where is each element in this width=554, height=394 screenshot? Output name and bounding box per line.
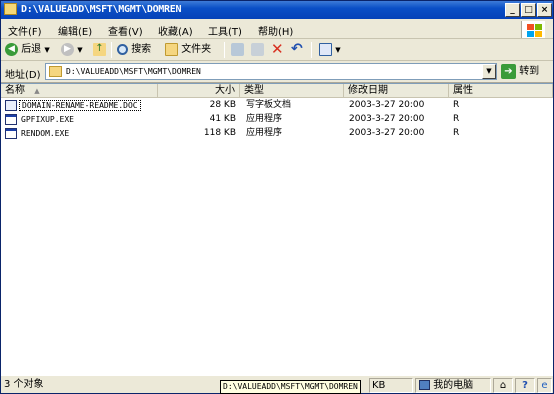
help-icon[interactable]: ? <box>515 378 535 393</box>
undo-icon: ↶ <box>291 41 303 57</box>
delete-button[interactable]: ✕ <box>271 42 284 58</box>
menu-edit[interactable]: 编辑(E) <box>58 23 92 38</box>
folders-icon <box>165 42 178 56</box>
status-location: 我的电脑 <box>415 378 491 393</box>
path-tooltip: D:\VALUEADD\MSFT\MGMT\DOMREN <box>220 380 361 394</box>
up-folder-button[interactable]: ↑ <box>93 42 106 58</box>
menu-favorites[interactable]: 收藏(A) <box>158 23 193 38</box>
toolbar-separator <box>224 42 225 58</box>
file-row[interactable]: DOMAIN-RENAME-README.DOC 28 KB 写字板文档 200… <box>1 99 553 112</box>
menu-file[interactable]: 文件(F) <box>8 23 42 38</box>
move-to-icon <box>231 42 244 56</box>
file-type: 写字板文档 <box>246 100 292 110</box>
back-button[interactable]: ◀ 后退 ▼ <box>5 42 50 58</box>
file-size: 118 KB <box>203 128 236 138</box>
file-size: 28 KB <box>209 100 236 110</box>
network-icon[interactable]: ⌂ <box>493 378 513 393</box>
file-type: 应用程序 <box>246 128 283 138</box>
back-dropdown-icon[interactable]: ▼ <box>44 46 49 54</box>
close-button[interactable]: × <box>537 3 552 17</box>
copy-to-button[interactable] <box>251 42 264 58</box>
column-header-name[interactable]: 名称 ▲ <box>1 84 158 98</box>
toolbar-separator <box>311 42 312 58</box>
doc-icon <box>5 100 17 111</box>
views-button[interactable]: ▼ <box>319 42 341 58</box>
minimize-button[interactable]: _ <box>505 3 520 17</box>
file-name: RENDOM.EXE <box>21 129 70 138</box>
file-size: 41 KB <box>209 114 236 124</box>
menu-bar: 文件(F) 编辑(E) 查看(V) 收藏(A) 工具(T) 帮助(H) <box>1 19 553 39</box>
address-input[interactable]: D:\VALUEADD\MSFT\MGMT\DOMREN ▼ <box>45 63 497 80</box>
address-dropdown-icon[interactable]: ▼ <box>482 64 496 79</box>
status-object-count: 3 个对象 <box>4 379 44 390</box>
forward-dropdown-icon[interactable]: ▼ <box>77 46 82 54</box>
copy-to-icon <box>251 42 264 56</box>
file-attributes: R <box>453 100 460 110</box>
back-arrow-icon: ◀ <box>5 42 18 56</box>
folder-icon <box>4 3 17 15</box>
go-button[interactable]: ➔ 转到 <box>501 63 539 80</box>
file-list[interactable]: 名称 ▲ 大小 类型 修改日期 属性 DOMAIN-RENAME-README.… <box>1 83 553 375</box>
toolbar-separator <box>111 42 112 58</box>
status-location-label: 我的电脑 <box>433 380 474 391</box>
title-bar[interactable]: D:\VALUEADD\MSFT\MGMT\DOMREN _ □ × <box>1 1 553 19</box>
my-computer-icon <box>419 380 430 390</box>
ie-icon[interactable]: e <box>537 378 552 393</box>
menu-view[interactable]: 查看(V) <box>108 23 143 38</box>
search-icon <box>117 43 128 55</box>
file-attributes: R <box>453 128 460 138</box>
move-to-button[interactable] <box>231 42 244 58</box>
column-header-type[interactable]: 类型 <box>240 84 344 98</box>
views-dropdown-icon: ▼ <box>335 46 341 54</box>
file-modified: 2003-3-27 20:00 <box>349 114 425 124</box>
folders-button[interactable]: 文件夹 <box>165 42 211 58</box>
forward-button[interactable]: ▶ ▼ <box>61 42 83 58</box>
menu-tools[interactable]: 工具(T) <box>208 23 242 38</box>
explorer-window: D:\VALUEADD\MSFT\MGMT\DOMREN _ □ × 文件(F)… <box>0 0 554 394</box>
file-name: DOMAIN-RENAME-README.DOC <box>19 100 141 111</box>
views-icon <box>319 42 332 56</box>
file-attributes: R <box>453 114 460 124</box>
undo-button[interactable]: ↶ <box>291 42 303 58</box>
exe-icon <box>5 128 17 139</box>
column-header-modified[interactable]: 修改日期 <box>344 84 449 98</box>
up-folder-icon: ↑ <box>93 42 106 56</box>
window-title: D:\VALUEADD\MSFT\MGMT\DOMREN <box>21 4 182 15</box>
address-value: D:\VALUEADD\MSFT\MGMT\DOMREN <box>66 67 201 76</box>
file-row[interactable]: RENDOM.EXE 118 KB 应用程序 2003-3-27 20:00 R <box>1 127 553 140</box>
file-type: 应用程序 <box>246 114 283 124</box>
go-arrow-icon: ➔ <box>501 63 516 79</box>
file-row[interactable]: GPFIXUP.EXE 41 KB 应用程序 2003-3-27 20:00 R <box>1 113 553 126</box>
folder-icon <box>49 66 62 77</box>
address-label: 地址(D) <box>5 70 41 81</box>
folders-label: 文件夹 <box>181 44 212 55</box>
file-modified: 2003-3-27 20:00 <box>349 100 425 110</box>
delete-x-icon: ✕ <box>271 40 284 58</box>
column-header-attributes[interactable]: 属性 <box>449 84 553 98</box>
status-size: KB <box>369 378 413 393</box>
column-header-size[interactable]: 大小 <box>158 84 240 98</box>
file-modified: 2003-3-27 20:00 <box>349 128 425 138</box>
maximize-button[interactable]: □ <box>521 3 536 17</box>
file-name: GPFIXUP.EXE <box>21 115 74 124</box>
toolbar: ◀ 后退 ▼ ▶ ▼ ↑ 搜索 文件夹 ✕ ↶ ▼ <box>1 39 553 61</box>
search-label: 搜索 <box>131 44 152 55</box>
back-label: 后退 <box>21 44 42 55</box>
search-button[interactable]: 搜索 <box>117 42 151 58</box>
column-name-label: 名称 <box>5 85 25 96</box>
go-label: 转到 <box>519 66 540 77</box>
menu-help[interactable]: 帮助(H) <box>258 23 293 38</box>
sort-ascending-icon: ▲ <box>34 87 40 95</box>
forward-arrow-icon: ▶ <box>61 42 74 56</box>
address-bar: 地址(D) D:\VALUEADD\MSFT\MGMT\DOMREN ▼ ➔ 转… <box>1 61 553 83</box>
exe-icon <box>5 114 17 125</box>
windows-logo-icon <box>521 21 545 38</box>
